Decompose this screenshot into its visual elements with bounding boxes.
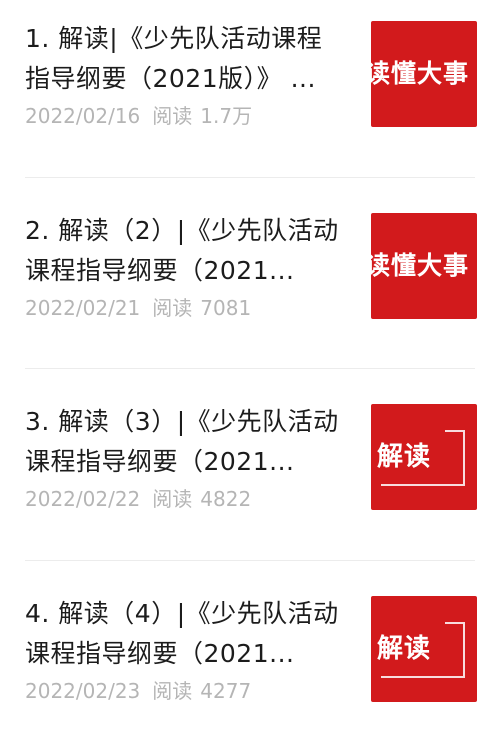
read-count: 1.7万 (200, 104, 253, 128)
article-meta: 2022/02/21 阅读 7081 (25, 295, 251, 321)
article-item[interactable]: 1. 解读|《少先队活动课程指导纲要（2021版）》 ... 2022/02/1… (0, 11, 500, 171)
frame-line (445, 430, 463, 432)
read-label: 阅读 (152, 487, 193, 511)
frame-line (463, 622, 465, 676)
read-label: 阅读 (152, 679, 193, 703)
read-label: 阅读 (152, 296, 193, 320)
article-title[interactable]: 2. 解读（2）|《少先队活动课程指导纲要（2021... (25, 211, 345, 291)
frame-line (381, 676, 465, 678)
article-item[interactable]: 2. 解读（2）|《少先队活动课程指导纲要（2021... 2022/02/21… (0, 203, 500, 363)
article-meta: 2022/02/22 阅读 4822 (25, 486, 251, 512)
article-thumbnail[interactable]: 读懂大事 (371, 21, 477, 127)
read-count: 7081 (200, 296, 252, 320)
thumbnail-caption: 读懂大事 (371, 251, 470, 280)
read-count: 4277 (200, 679, 252, 703)
divider (25, 177, 475, 178)
article-date: 2022/02/21 (25, 296, 141, 320)
article-item[interactable]: 4. 解读（4）|《少先队活动课程指导纲要（2021... 2022/02/23… (0, 586, 500, 730)
thumbnail-caption: 解读 (377, 442, 432, 472)
article-title[interactable]: 4. 解读（4）|《少先队活动课程指导纲要（2021... (25, 594, 345, 674)
divider (25, 368, 475, 369)
article-meta: 2022/02/16 阅读 1.7万 (25, 103, 252, 129)
article-date: 2022/02/22 (25, 487, 141, 511)
article-thumbnail[interactable]: 读懂大事 (371, 213, 477, 319)
article-list: 1. 解读|《少先队活动课程指导纲要（2021版）》 ... 2022/02/1… (0, 0, 500, 730)
frame-line (463, 430, 465, 484)
article-thumbnail[interactable]: 解读 (371, 596, 477, 702)
frame-line (445, 622, 463, 624)
article-title[interactable]: 1. 解读|《少先队活动课程指导纲要（2021版）》 ... (25, 19, 345, 99)
article-date: 2022/02/16 (25, 104, 141, 128)
article-title[interactable]: 3. 解读（3）|《少先队活动课程指导纲要（2021... (25, 402, 345, 482)
read-label: 阅读 (152, 104, 193, 128)
frame-line (381, 484, 465, 486)
read-count: 4822 (200, 487, 252, 511)
thumbnail-caption: 读懂大事 (371, 59, 470, 88)
article-meta: 2022/02/23 阅读 4277 (25, 678, 251, 704)
article-thumbnail[interactable]: 解读 (371, 404, 477, 510)
thumbnail-caption: 解读 (377, 634, 432, 664)
divider (25, 560, 475, 561)
article-item[interactable]: 3. 解读（3）|《少先队活动课程指导纲要（2021... 2022/02/22… (0, 394, 500, 554)
article-date: 2022/02/23 (25, 679, 141, 703)
